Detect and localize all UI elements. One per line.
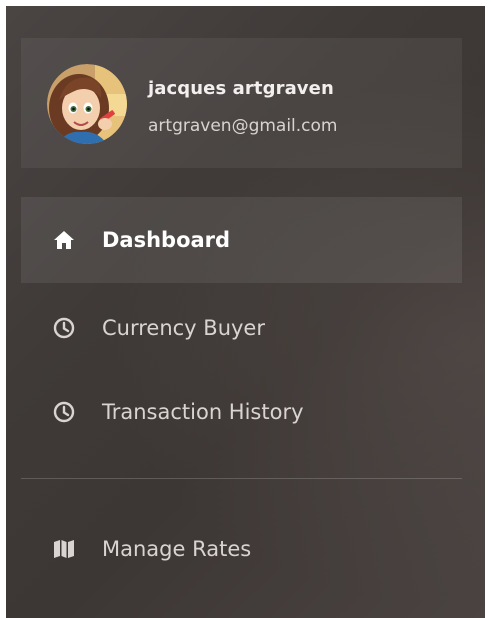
user-name: jacques artgraven bbox=[148, 78, 334, 99]
avatar-image bbox=[47, 64, 127, 144]
sidebar: jacques artgraven artgraven@gmail.com Da… bbox=[6, 6, 485, 618]
nav-label-manage-rates: Manage Rates bbox=[102, 537, 252, 561]
user-email: artgraven@gmail.com bbox=[148, 116, 338, 136]
clock-icon bbox=[52, 400, 76, 424]
nav-item-currency-buyer[interactable]: Currency Buyer bbox=[21, 285, 462, 371]
nav-item-transaction-history[interactable]: Transaction History bbox=[21, 369, 462, 455]
nav-label-transaction-history: Transaction History bbox=[102, 400, 304, 424]
divider bbox=[21, 478, 462, 479]
avatar[interactable] bbox=[47, 64, 127, 144]
map-icon bbox=[52, 537, 76, 561]
nav-item-manage-rates[interactable]: Manage Rates bbox=[21, 506, 462, 592]
nav-label-currency-buyer: Currency Buyer bbox=[102, 316, 265, 340]
home-icon bbox=[52, 228, 76, 252]
nav-label-dashboard: Dashboard bbox=[102, 228, 231, 252]
nav-item-dashboard[interactable]: Dashboard bbox=[21, 197, 462, 283]
profile-card[interactable]: jacques artgraven artgraven@gmail.com bbox=[21, 38, 462, 168]
clock-icon bbox=[52, 316, 76, 340]
